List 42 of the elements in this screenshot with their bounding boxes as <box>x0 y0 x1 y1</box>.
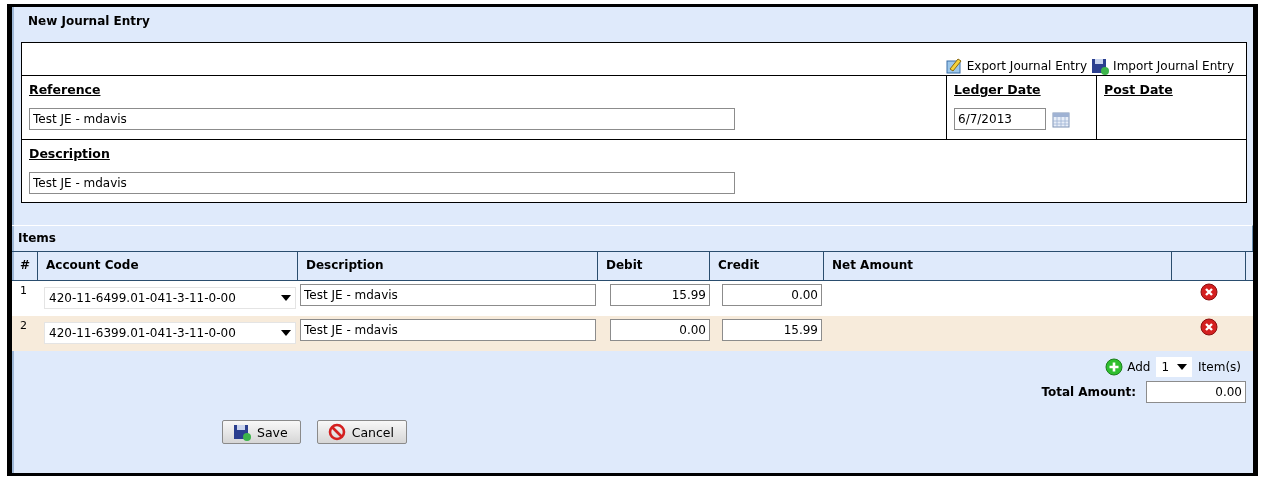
add-link[interactable]: Add <box>1105 358 1151 376</box>
description-input[interactable]: Test JE - mdavis <box>300 284 596 306</box>
caret-icon <box>281 330 291 336</box>
items-header: Items <box>12 225 1253 251</box>
caret-icon <box>1177 364 1188 370</box>
form-title: New Journal Entry <box>27 14 151 30</box>
column-header: # <box>12 252 38 280</box>
plus-icon <box>1105 358 1124 376</box>
delete-icon[interactable] <box>1200 318 1218 336</box>
debit-input[interactable]: 15.99 <box>610 284 710 306</box>
total-label: Total Amount: <box>1041 385 1136 399</box>
prohibited-icon <box>327 423 346 441</box>
pencil-document-icon <box>944 57 963 75</box>
column-header: Description <box>298 252 598 280</box>
delete-icon[interactable] <box>1200 283 1218 301</box>
total-field[interactable]: 0.00 <box>1146 381 1246 403</box>
account-select[interactable]: 420-11-6499.01-041-3-11-0-00 <box>44 287 296 309</box>
cancel-button[interactable]: Cancel <box>316 420 408 444</box>
journal-link[interactable]: Export Journal Entry <box>944 57 1088 75</box>
items-suffix: Item(s) <box>1198 360 1241 374</box>
column-header: Net Amount <box>824 252 1172 280</box>
credit-input[interactable]: 0.00 <box>722 284 822 306</box>
column-header: Debit <box>598 252 710 280</box>
field-label: Post Date <box>1104 82 1174 97</box>
field-label: Reference <box>29 82 102 97</box>
caret-icon <box>281 295 291 301</box>
debit-input[interactable]: 0.00 <box>610 319 710 341</box>
row-number: 2 <box>20 319 27 332</box>
account-select[interactable]: 420-11-6399.01-041-3-11-0-00 <box>44 322 296 344</box>
reference-field[interactable]: Test JE - mdavis <box>29 108 735 130</box>
field-label: Ledger Date <box>954 82 1042 97</box>
save-button[interactable]: Save <box>222 420 301 444</box>
count-select[interactable]: 1 <box>1156 357 1193 377</box>
credit-input[interactable]: 15.99 <box>722 319 822 341</box>
description-field[interactable]: Test JE - mdavis <box>29 172 735 194</box>
ledger-date-field[interactable]: 6/7/2013 <box>954 108 1046 130</box>
journal-link[interactable]: Import Journal Entry <box>1091 57 1234 75</box>
row-number: 1 <box>20 284 27 297</box>
column-header: Credit <box>710 252 824 280</box>
column-header: Account Code <box>38 252 298 280</box>
field-label: Description <box>29 146 111 161</box>
description-input[interactable]: Test JE - mdavis <box>300 319 596 341</box>
